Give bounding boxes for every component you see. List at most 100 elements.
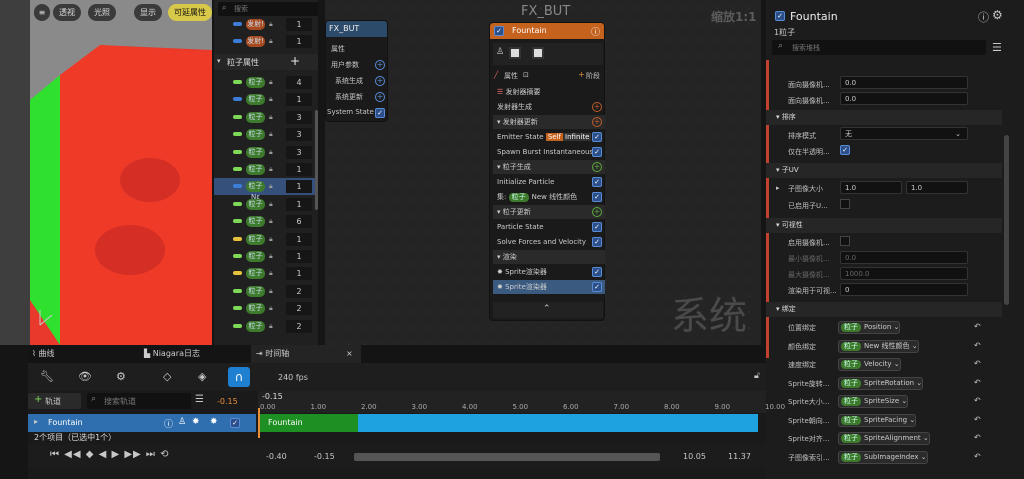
emitter-bar-start[interactable]: Fountain xyxy=(258,414,358,432)
person-icon[interactable]: ♙ xyxy=(496,47,504,57)
track-row[interactable]: ▸ Fountain ⓘ ♙ ✸ ✸ ✓ xyxy=(28,414,256,432)
scrollbar[interactable] xyxy=(1004,135,1009,305)
add-icon[interactable]: + xyxy=(375,60,385,70)
add-icon[interactable]: + xyxy=(375,92,385,102)
list-item[interactable]: 粒子 🔒︎ 1 xyxy=(214,91,318,108)
stage-header[interactable]: ▾ 发射器更新 + xyxy=(493,115,605,129)
tab-timeline[interactable]: ⇥ 时间轴 xyxy=(256,345,289,363)
menu-icon[interactable]: ≡ xyxy=(34,4,50,21)
binding-select[interactable]: 粒子 SpriteFacing ⌄ xyxy=(838,413,917,427)
list-item[interactable]: 粒子 🔒︎ 4 xyxy=(214,74,318,91)
binding-select[interactable]: 粒子 SpriteAlignment ⌄ xyxy=(838,432,930,445)
emitter-node[interactable]: ✓ Fountain ⓘ ♙ ╱ 属性 ⊡ + 阶段 ☰ 发射器摘要 发射器生成 +… xyxy=(489,22,605,321)
list-item[interactable]: 粒子 🔒︎ 1 xyxy=(214,196,318,213)
reset-icon[interactable]: ↶ xyxy=(974,322,981,331)
collapse-chevron-icon[interactable]: ⌃ xyxy=(543,304,551,314)
module-checkbox[interactable]: ✓ xyxy=(592,222,602,232)
expand-icon[interactable]: ▸ xyxy=(776,184,780,192)
list-item[interactable]: 粒子 Nε 🔒︎ 1 xyxy=(214,178,318,201)
add-stage-icon[interactable]: + xyxy=(578,70,585,79)
attributes-button[interactable]: 可延属性 xyxy=(168,4,212,21)
section-bindings[interactable]: ▾ 绑定 xyxy=(766,302,1002,317)
add-module-icon[interactable]: + xyxy=(592,207,602,217)
module-checkbox[interactable]: ✓ xyxy=(592,177,602,187)
reset-icon[interactable]: ↶ xyxy=(974,415,981,424)
stage-label[interactable]: 阶段 xyxy=(586,71,600,81)
attr-label[interactable]: 属性 xyxy=(504,71,518,81)
attribute-search-input[interactable]: ⌕ 搜索 xyxy=(218,2,318,16)
section-sort[interactable]: ▾ 排序 xyxy=(766,110,1002,125)
system-node[interactable]: FX_BUT 属性 用户参数 系统生成 系统更新 System State + … xyxy=(325,20,388,122)
module-row[interactable]: 发射器生成 + xyxy=(493,100,605,114)
module-row[interactable]: Emitter State Self Infinite ✓ xyxy=(493,130,605,144)
magnet-icon[interactable]: ∩ xyxy=(228,367,250,387)
module-checkbox[interactable]: ✓ xyxy=(592,192,602,202)
info-icon[interactable]: ⓘ xyxy=(978,9,989,25)
filter-icon[interactable]: ☰ xyxy=(195,394,204,405)
module-row[interactable]: ✸ Sprite渲染器 ✓ xyxy=(493,265,605,279)
subimage-x-field[interactable]: 1.0 xyxy=(840,181,902,194)
lighting-button[interactable]: 光照 xyxy=(88,4,116,21)
reset-icon[interactable]: ↶ xyxy=(974,378,981,387)
binding-select[interactable]: 粒子 Velocity ⌄ xyxy=(838,358,901,371)
module-row[interactable]: Initialize Particle ✓ xyxy=(493,175,605,189)
module-row[interactable]: Particle State ✓ xyxy=(493,220,605,234)
min-camera-field[interactable]: 0.0 xyxy=(840,251,968,264)
emitter-enable-checkbox[interactable]: ✓ xyxy=(494,26,504,36)
translucent-checkbox[interactable]: ✓ xyxy=(840,145,850,155)
plus-icon[interactable]: + xyxy=(290,54,300,68)
binding-select[interactable]: 粒子 SpriteSize ⌄ xyxy=(838,395,909,408)
fps-select[interactable]: 240 fps xyxy=(278,373,308,382)
module-row[interactable]: ☰ 发射器摘要 xyxy=(493,85,605,99)
range-scrollbar[interactable] xyxy=(354,453,660,461)
module-checkbox[interactable]: ✓ xyxy=(592,147,602,157)
stage-header[interactable]: ▾ 粒子更新 + xyxy=(493,205,605,219)
camera-offset-field[interactable]: 0.0 xyxy=(840,76,968,89)
node-graph[interactable]: FX_BUT 缩放1:1 系统 FX_BUT 属性 用户参数 系统生成 系统更新… xyxy=(325,0,761,345)
list-item[interactable]: 粒子 🔒︎ 3 xyxy=(214,109,318,126)
max-camera-field[interactable]: 1000.0 xyxy=(840,267,968,280)
add-icon[interactable]: + xyxy=(375,76,385,86)
module-checkbox[interactable]: ✓ xyxy=(592,237,602,247)
show-button[interactable]: 显示 xyxy=(134,4,162,21)
subimage-y-field[interactable]: 1.0 xyxy=(906,181,968,194)
section-subuv[interactable]: ▾ 子UV xyxy=(766,163,1002,178)
add-module-icon[interactable]: + xyxy=(592,162,602,172)
tab-niagara-log[interactable]: ▙ Niagara日志 xyxy=(144,345,200,363)
list-item[interactable]: 发射! 🔒︎ 1 xyxy=(214,33,318,50)
module-row[interactable]: Spawn Burst Instantaneous ✓ xyxy=(493,145,605,159)
section-visibility[interactable]: ▾ 可视性 xyxy=(766,218,1002,233)
person-icon[interactable]: ♙ xyxy=(178,417,186,427)
gear-icon[interactable]: ⚙ xyxy=(992,8,1003,22)
module-row[interactable]: ✸ Sprite渲染器 ✓ xyxy=(493,280,605,294)
view-end[interactable]: 10.05 xyxy=(683,452,706,461)
eye-icon[interactable]: 👁︎ xyxy=(78,370,92,383)
list-item[interactable]: 粒子 🔒︎ 2 xyxy=(214,300,318,317)
list-item[interactable]: 粒子 🔒︎ 3 xyxy=(214,144,318,161)
add-module-icon[interactable]: + xyxy=(592,117,602,127)
list-item[interactable]: 粒子 🔒︎ 2 xyxy=(214,318,318,335)
stage-header[interactable]: ▾ 渲染 xyxy=(493,250,605,264)
list-item[interactable]: 粒子 🔒︎ 6 xyxy=(214,213,318,230)
checkbox[interactable]: ✓ xyxy=(375,108,385,118)
range-end[interactable]: 11.37 xyxy=(728,452,751,461)
stage-header[interactable]: ▾ 粒子生成 + xyxy=(493,160,605,174)
sprite-icon[interactable]: ✸ xyxy=(210,417,218,427)
playhead[interactable] xyxy=(258,408,260,438)
current-time[interactable]: -0.15 xyxy=(217,397,238,406)
sort-mode-select[interactable]: 无 ⌄ xyxy=(840,127,968,140)
binding-select[interactable]: 粒子 Position ⌄ xyxy=(838,321,901,334)
wrench-icon[interactable]: 🔧︎ xyxy=(40,370,54,383)
material-thumb-icon[interactable] xyxy=(509,47,521,59)
viewport[interactable]: ≡ 透视 光照 显示 可延属性 xyxy=(0,0,212,345)
add-track-button[interactable]: + 轨道 xyxy=(28,393,81,409)
node-row[interactable]: System State xyxy=(327,108,374,116)
list-item[interactable]: 粒子 🔒︎ 2 xyxy=(214,283,318,300)
perspective-button[interactable]: 透视 xyxy=(53,4,81,21)
emitter-bar-loop[interactable] xyxy=(358,414,758,432)
list-item[interactable]: 粒子 🔒︎ 3 xyxy=(214,126,318,143)
reset-icon[interactable]: ↶ xyxy=(974,396,981,405)
node-row[interactable]: 系统生成 xyxy=(335,76,363,86)
key-icon[interactable]: ◇ xyxy=(163,370,171,383)
transform-icon[interactable]: ◈ xyxy=(198,370,206,383)
